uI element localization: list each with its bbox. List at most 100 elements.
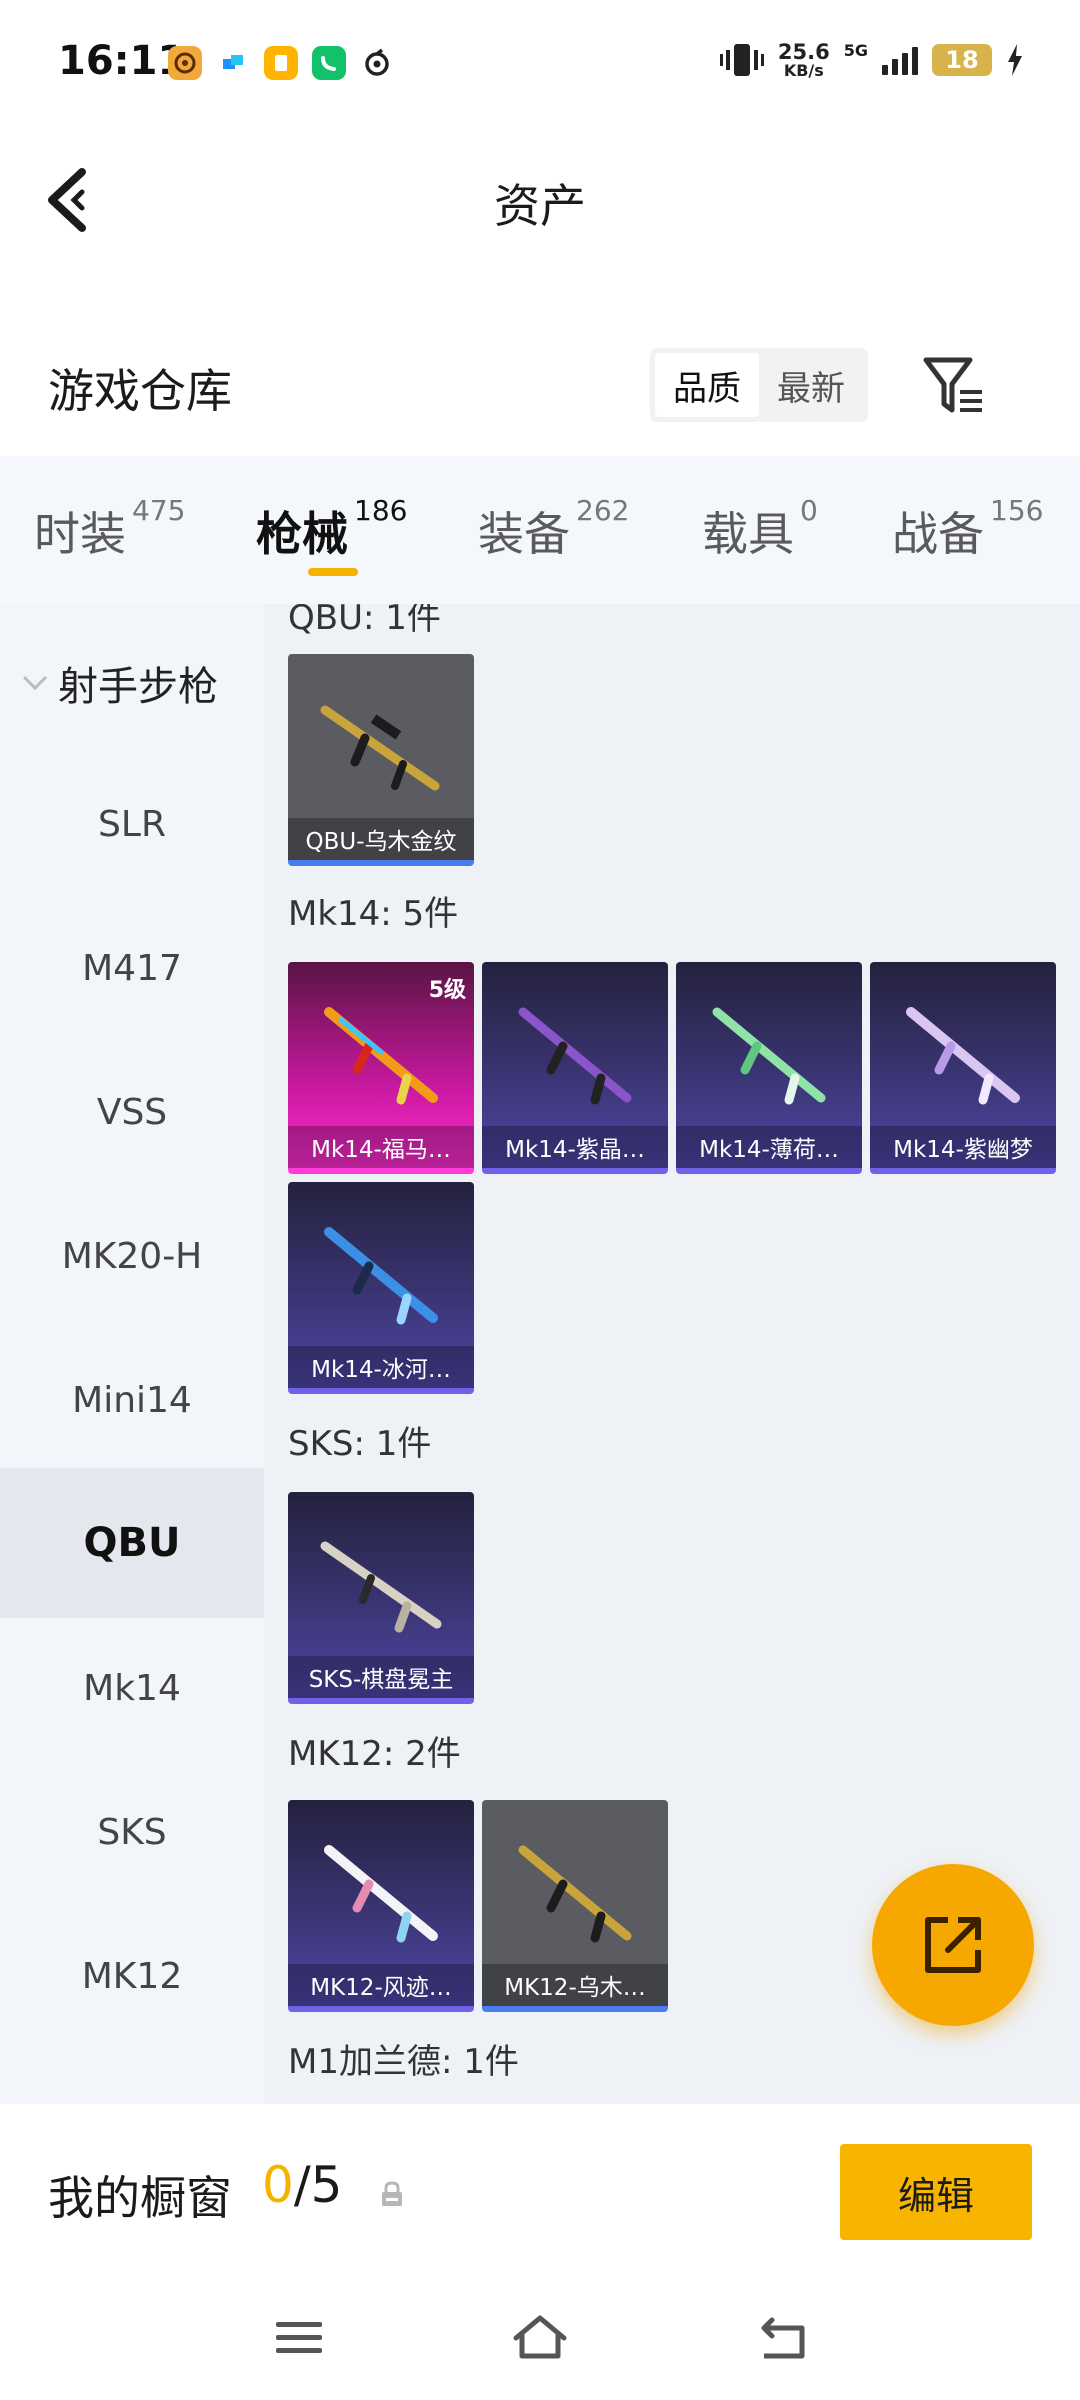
edit-button[interactable]: 编辑 bbox=[840, 2144, 1032, 2240]
battery-icon: 18 bbox=[932, 44, 992, 76]
sidebar-item-sks[interactable]: SKS bbox=[0, 1782, 264, 1882]
tab-equipment-count: 262 bbox=[576, 494, 630, 527]
rifle-icon bbox=[324, 1845, 438, 1943]
showcase-current: 0 bbox=[262, 2156, 294, 2214]
weapon-card[interactable]: SKS-棋盘冕主 bbox=[288, 1492, 474, 1704]
menu-icon[interactable] bbox=[270, 2310, 330, 2366]
rifle-icon bbox=[324, 1227, 438, 1325]
status-bar: 16:11 25.6 KB/s 5G 18 bbox=[0, 0, 1080, 130]
showcase-label: 我的橱窗 bbox=[48, 2171, 232, 2225]
tab-vehicles-label: 载具 bbox=[702, 507, 794, 561]
weapon-card[interactable]: QBU-乌木金纹 bbox=[288, 654, 474, 866]
weapon-card-label: SKS-棋盘冕主 bbox=[288, 1656, 474, 1698]
weapon-card-label: Mk14-紫幽梦 bbox=[870, 1126, 1056, 1168]
tab-supplies-count: 156 bbox=[990, 494, 1044, 527]
home-icon[interactable] bbox=[510, 2310, 570, 2366]
weapon-type-sidebar: 射手步枪 SLR M417 VSS MK20-H Mini14 QBU Mk14… bbox=[0, 604, 264, 2104]
sidebar-item-m1-garand[interactable]: M1加兰德 bbox=[0, 2070, 264, 2104]
rifle-icon bbox=[712, 1007, 826, 1105]
battery-level: 18 bbox=[945, 46, 979, 74]
showcase-bar: 我的橱窗 0/5 编辑 bbox=[0, 2104, 1080, 2284]
app-icon-blue bbox=[216, 46, 250, 80]
vibrate-icon bbox=[719, 44, 764, 76]
share-fab[interactable] bbox=[872, 1864, 1034, 2026]
status-time: 16:11 bbox=[58, 38, 186, 84]
showcase-count: 0/5 bbox=[262, 2156, 342, 2214]
sidebar-item-qbu[interactable]: QBU bbox=[0, 1468, 264, 1618]
rifle-icon bbox=[324, 1007, 438, 1105]
sidebar-item-mk14[interactable]: Mk14 bbox=[0, 1638, 264, 1738]
sort-toggle: 品质 最新 bbox=[650, 348, 868, 422]
charging-icon bbox=[1008, 44, 1022, 76]
weapon-card[interactable]: Mk14-紫晶… bbox=[482, 962, 668, 1174]
rifle-icon bbox=[320, 705, 440, 791]
share-icon bbox=[925, 1917, 981, 1973]
sidebar-item-mini14[interactable]: Mini14 bbox=[0, 1350, 264, 1450]
back-nav-icon[interactable] bbox=[752, 2310, 812, 2366]
sidebar-item-mk20h[interactable]: MK20-H bbox=[0, 1206, 264, 1306]
sidebar-group-label: 射手步枪 bbox=[58, 664, 218, 710]
tab-indicator bbox=[308, 568, 358, 576]
app-icon-green bbox=[312, 46, 346, 80]
chevron-down-icon bbox=[23, 676, 47, 691]
sidebar-item-slr[interactable]: SLR bbox=[0, 774, 264, 874]
tab-fashion[interactable]: 时装 475 bbox=[34, 494, 185, 564]
rifle-icon bbox=[320, 1541, 442, 1633]
tab-fashion-label: 时装 bbox=[34, 507, 126, 561]
rifle-icon bbox=[518, 1845, 632, 1943]
weapon-card[interactable]: Mk14-薄荷… bbox=[676, 962, 862, 1174]
net-speed-value: 25.6 bbox=[777, 39, 830, 64]
status-indicators: 25.6 KB/s 5G 18 bbox=[719, 39, 1024, 80]
page-title: 资产 bbox=[494, 179, 586, 233]
net-speed: 25.6 KB/s bbox=[777, 39, 830, 80]
filter-icon[interactable] bbox=[922, 356, 986, 416]
app-icon-orange bbox=[168, 46, 202, 80]
tab-equipment[interactable]: 装备 262 bbox=[478, 494, 629, 564]
section-title-mk12: MK12: 2件 bbox=[288, 1734, 461, 1774]
weapon-card-label: QBU-乌木金纹 bbox=[288, 818, 474, 860]
section-title-sks: SKS: 1件 bbox=[288, 1424, 432, 1464]
weapon-card[interactable]: MK12-风迹… bbox=[288, 1800, 474, 2012]
app-icon-spiral bbox=[360, 46, 394, 80]
tab-vehicles-count: 0 bbox=[800, 494, 818, 527]
sidebar-group-marksman[interactable]: 射手步枪 bbox=[22, 654, 218, 712]
tab-guns-count: 186 bbox=[354, 494, 408, 527]
sidebar-item-mk12[interactable]: MK12 bbox=[0, 1926, 264, 2026]
asset-screen: 16:11 25.6 KB/s 5G 18 资产 游戏仓库 品质 最新 时装 4… bbox=[0, 0, 1080, 2400]
weapon-card-label: Mk14-薄荷… bbox=[676, 1126, 862, 1168]
net-speed-unit: KB/s bbox=[783, 60, 824, 80]
section-title-qbu: QBU: 1件 bbox=[288, 604, 441, 638]
weapon-card-label: Mk14-福马… bbox=[288, 1126, 474, 1168]
lock-icon bbox=[382, 2181, 402, 2206]
category-tabs: 时装 475 枪械 186 装备 262 载具 0 战备 156 bbox=[0, 456, 1080, 604]
weapon-card[interactable]: MK12-乌木… bbox=[482, 1800, 668, 2012]
showcase-total: /5 bbox=[293, 2156, 343, 2214]
weapon-card-label: MK12-风迹… bbox=[288, 1964, 474, 2006]
system-nav-bar bbox=[0, 2284, 1080, 2400]
weapon-card[interactable]: Mk14-冰河… bbox=[288, 1182, 474, 1394]
top-app-bar: 资产 bbox=[0, 140, 1080, 260]
app-icon-yellow bbox=[264, 46, 298, 80]
tab-guns[interactable]: 枪械 186 bbox=[256, 494, 407, 564]
section-title-m1-garand: M1加兰德: 1件 bbox=[288, 2042, 519, 2082]
tab-vehicles[interactable]: 载具 0 bbox=[702, 494, 818, 564]
sort-newest-button[interactable]: 最新 bbox=[759, 353, 863, 417]
weapon-card-label: MK12-乌木… bbox=[482, 1964, 668, 2006]
tab-guns-label: 枪械 bbox=[256, 507, 348, 561]
tab-equipment-label: 装备 bbox=[478, 507, 570, 561]
section-title-mk14: Mk14: 5件 bbox=[288, 894, 459, 934]
rifle-icon bbox=[518, 1007, 632, 1105]
rifle-icon bbox=[906, 1007, 1020, 1105]
sidebar-item-vss[interactable]: VSS bbox=[0, 1062, 264, 1162]
tab-supplies[interactable]: 战备 156 bbox=[892, 494, 1043, 564]
signal-icon bbox=[882, 45, 918, 75]
weapon-card-label: Mk14-紫晶… bbox=[482, 1126, 668, 1168]
weapon-card[interactable]: 5级 Mk14-福马… bbox=[288, 962, 474, 1174]
weapon-card-label: Mk14-冰河… bbox=[288, 1346, 474, 1388]
tab-supplies-label: 战备 bbox=[892, 507, 984, 561]
sort-quality-button[interactable]: 品质 bbox=[655, 353, 759, 417]
sidebar-item-m417[interactable]: M417 bbox=[0, 918, 264, 1018]
tab-fashion-count: 475 bbox=[132, 494, 186, 527]
network-type: 5G bbox=[843, 40, 868, 60]
weapon-card[interactable]: Mk14-紫幽梦 bbox=[870, 962, 1056, 1174]
